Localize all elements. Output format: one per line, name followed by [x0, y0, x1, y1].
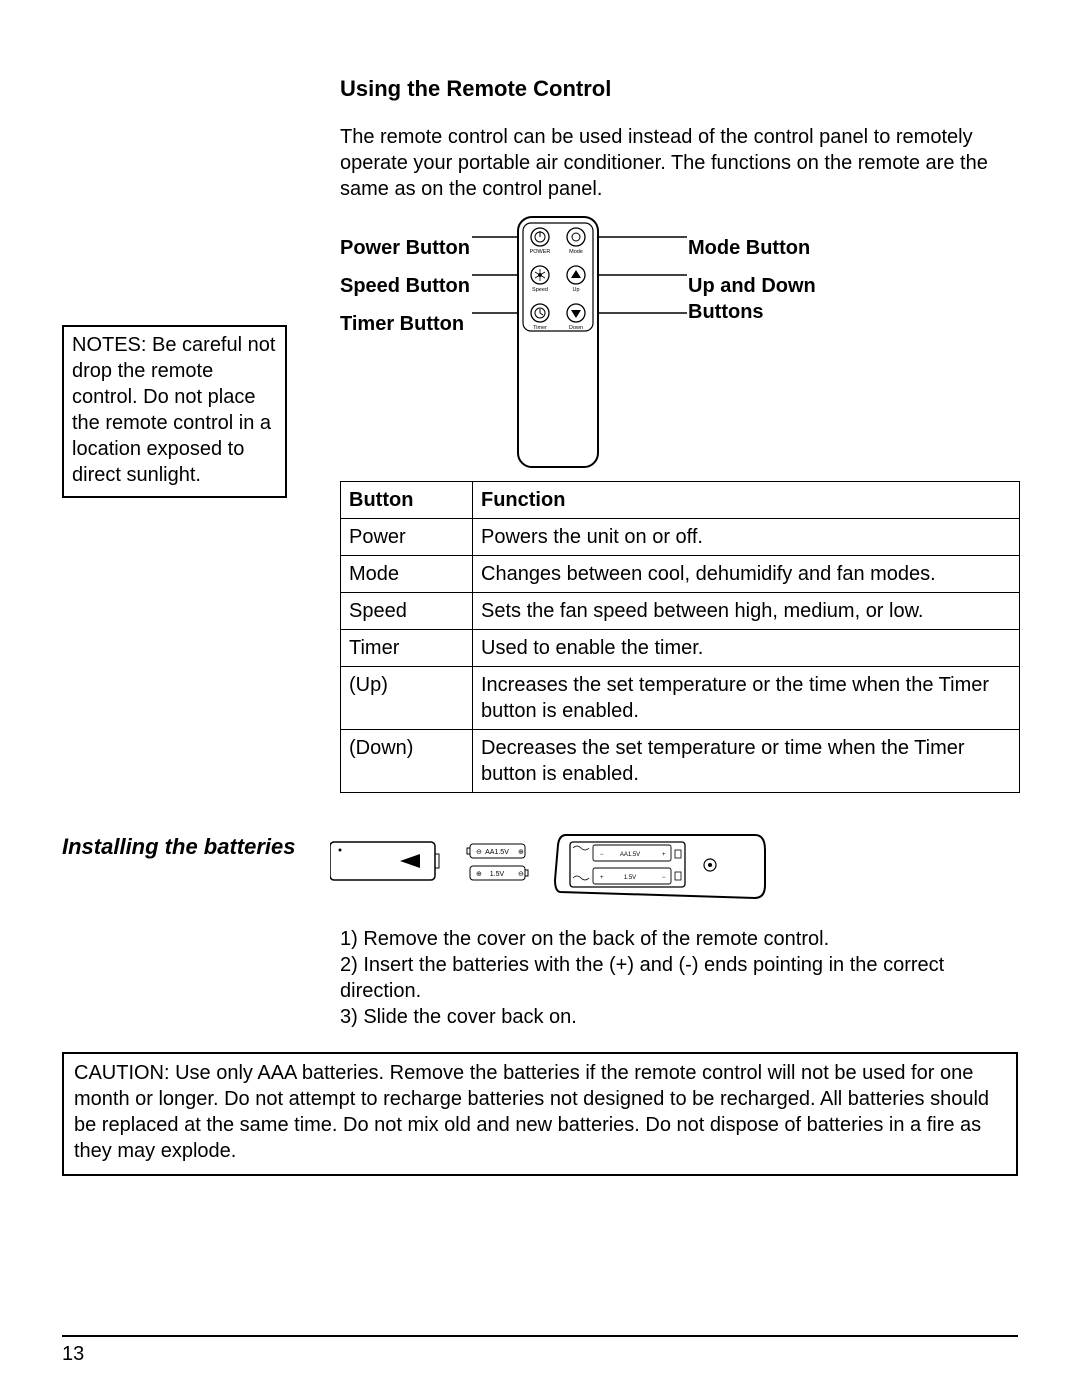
remote-btn-text-timer: Timer — [533, 325, 547, 331]
table-cell-button: (Up) — [341, 666, 473, 729]
table-row: PowerPowers the unit on or off. — [341, 518, 1020, 555]
remote-diagram-row: NOTES: Be careful not drop the remote co… — [62, 220, 1018, 475]
label-power: Power Button — [340, 235, 470, 261]
intro-paragraph: The remote control can be used instead o… — [340, 124, 993, 202]
install-step: 1) Remove the cover on the back of the r… — [340, 926, 978, 952]
table-cell-button: Speed — [341, 592, 473, 629]
install-step: 2) Insert the batteries with the (+) and… — [340, 952, 978, 1004]
table-cell-function: Sets the fan speed between high, medium,… — [473, 592, 1020, 629]
table-row: (Down)Decreases the set temperature or t… — [341, 729, 1020, 792]
label-timer: Timer Button — [340, 311, 470, 337]
labels-left: Power Button Speed Button Timer Button — [340, 235, 470, 349]
table-cell-button: (Down) — [341, 729, 473, 792]
label-updown: Up and Down Buttons — [688, 273, 848, 325]
battery-install-diagram: ⊖ AA1.5V ⊕ ⊕ 1.5V ⊖ − AA1.5V + + 1.5V − — [330, 830, 770, 900]
labels-right: Mode Button Up and Down Buttons — [688, 235, 848, 337]
table-cell-button: Power — [341, 518, 473, 555]
svg-text:+: + — [600, 875, 604, 881]
table-cell-button: Mode — [341, 555, 473, 592]
batteries-row: Installing the batteries ⊖ AA1.5V ⊕ ⊕ 1.… — [62, 833, 1018, 908]
button-function-table: Button Function PowerPowers the unit on … — [340, 481, 1020, 793]
table-row: SpeedSets the fan speed between high, me… — [341, 592, 1020, 629]
remote-btn-text-up: Up — [572, 287, 579, 293]
svg-text:⊕: ⊕ — [476, 871, 482, 878]
remote-btn-text-power: POWER — [530, 249, 551, 255]
remote-control-diagram: POWER Mode Speed Up Timer Down — [472, 215, 687, 470]
svg-text:⊖: ⊖ — [518, 871, 524, 878]
svg-text:1.5V: 1.5V — [624, 875, 636, 881]
table-row: TimerUsed to enable the timer. — [341, 629, 1020, 666]
table-cell-function: Used to enable the timer. — [473, 629, 1020, 666]
table-cell-function: Changes between cool, dehumidify and fan… — [473, 555, 1020, 592]
svg-text:AA1.5V: AA1.5V — [620, 852, 640, 858]
table-cell-button: Timer — [341, 629, 473, 666]
table-header-function: Function — [473, 481, 1020, 518]
svg-text:⊕: ⊕ — [518, 849, 524, 856]
label-speed: Speed Button — [340, 273, 470, 299]
svg-text:+: + — [662, 852, 666, 858]
footer-divider — [62, 1335, 1018, 1337]
svg-text:AA1.5V: AA1.5V — [485, 849, 509, 856]
svg-text:−: − — [600, 852, 604, 858]
remote-btn-text-mode: Mode — [569, 249, 583, 255]
caution-box: CAUTION: Use only AAA batteries. Remove … — [62, 1052, 1018, 1176]
table-row: (Up)Increases the set temperature or the… — [341, 666, 1020, 729]
batteries-title: Installing the batteries — [62, 833, 296, 862]
table-cell-function: Powers the unit on or off. — [473, 518, 1020, 555]
label-mode: Mode Button — [688, 235, 848, 261]
svg-text:1.5V: 1.5V — [490, 871, 505, 878]
table-row: ModeChanges between cool, dehumidify and… — [341, 555, 1020, 592]
table-header-button: Button — [341, 481, 473, 518]
install-step: 3) Slide the cover back on. — [340, 1004, 978, 1030]
remote-btn-text-down: Down — [569, 325, 583, 331]
remote-btn-text-speed: Speed — [532, 287, 548, 293]
notes-box: NOTES: Be careful not drop the remote co… — [62, 325, 287, 498]
page-number: 13 — [62, 1341, 84, 1367]
svg-text:⊖: ⊖ — [476, 849, 482, 856]
table-cell-function: Increases the set temperature or the tim… — [473, 666, 1020, 729]
section-title: Using the Remote Control — [340, 75, 1018, 104]
install-steps: 1) Remove the cover on the back of the r… — [340, 926, 978, 1030]
table-cell-function: Decreases the set temperature or time wh… — [473, 729, 1020, 792]
svg-text:−: − — [662, 875, 666, 881]
